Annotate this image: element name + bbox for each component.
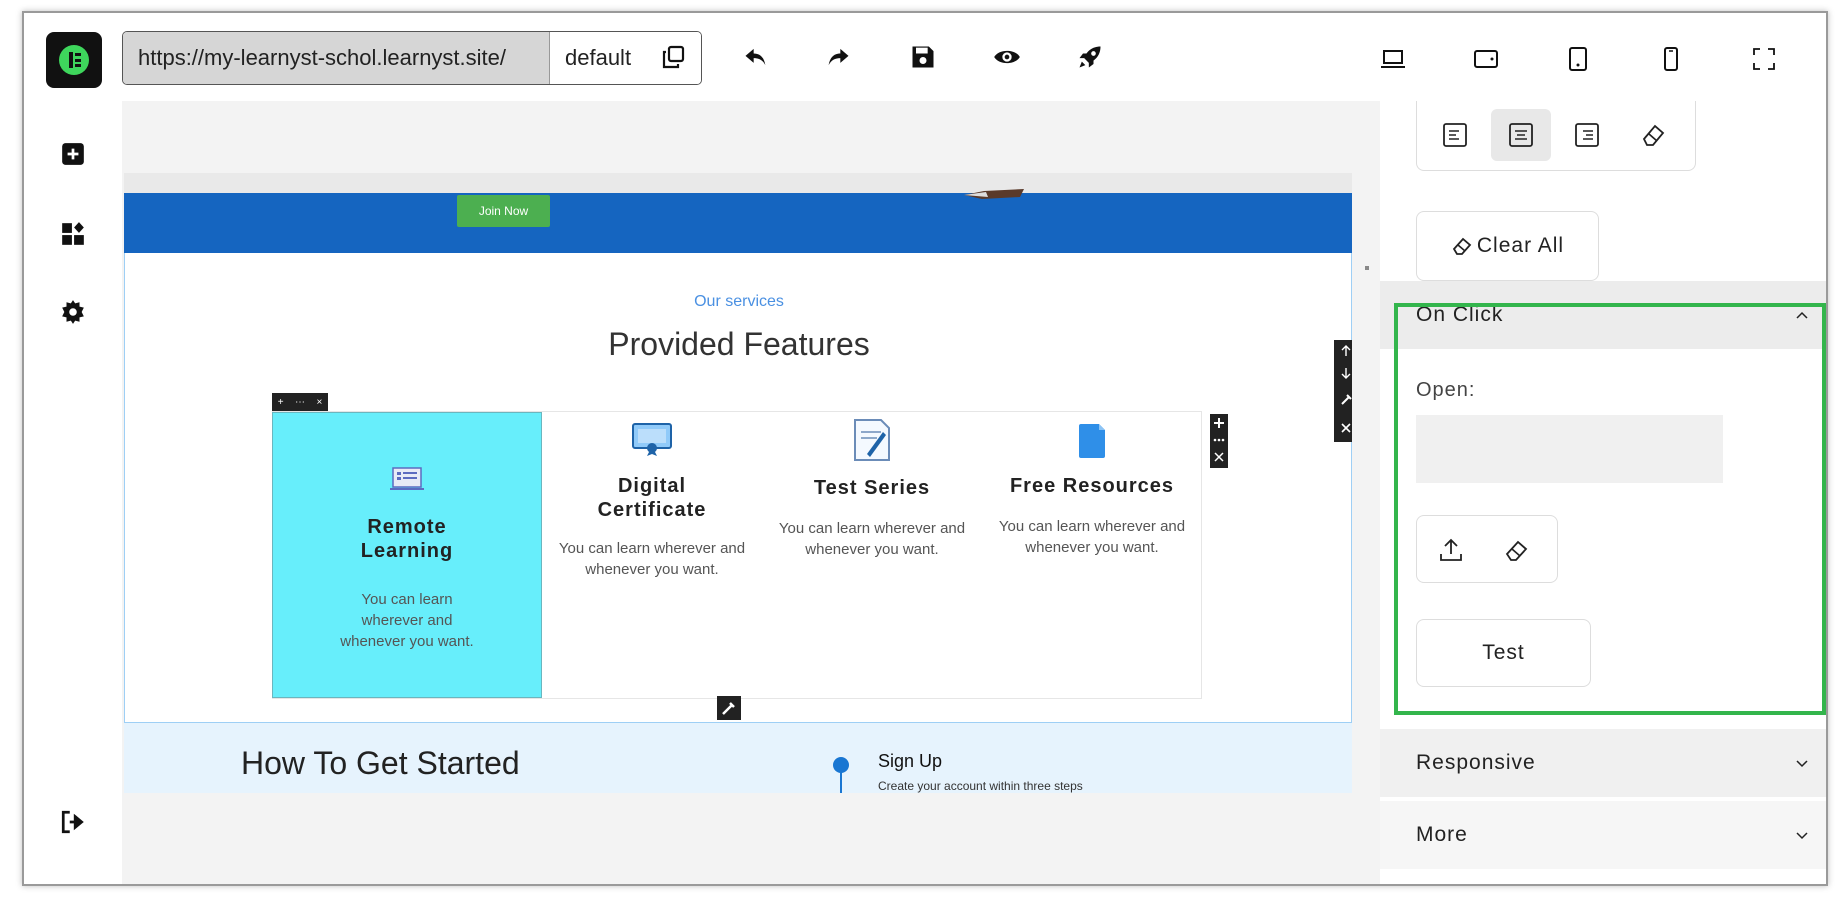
- wrench-icon[interactable]: [717, 696, 741, 720]
- page-variant-select[interactable]: default: [550, 32, 701, 84]
- fullscreen-icon[interactable]: [1750, 45, 1778, 73]
- responsive-accordion-header[interactable]: Responsive: [1380, 729, 1826, 797]
- copy-icon[interactable]: [661, 45, 685, 69]
- align-left-icon[interactable]: [1425, 109, 1485, 161]
- how-to-start-section[interactable]: How To Get Started Sign Up Create your a…: [124, 723, 1352, 793]
- more-title: More: [1416, 823, 1468, 846]
- add-block-icon[interactable]: [60, 141, 86, 167]
- more-icon[interactable]: ⋯: [295, 397, 305, 408]
- logout-icon[interactable]: [60, 809, 86, 835]
- remote-learning-icon: [390, 467, 424, 490]
- eraser-icon[interactable]: [1623, 109, 1683, 161]
- layers-icon[interactable]: [60, 221, 86, 247]
- scroll-marker: [1365, 266, 1369, 270]
- features-row: Remote Learning You can learn wherever a…: [272, 411, 1202, 699]
- services-eyebrow: Our services: [694, 293, 784, 310]
- test-button[interactable]: Test: [1416, 619, 1591, 687]
- responsive-title: Responsive: [1416, 751, 1536, 774]
- open-label: Open:: [1416, 379, 1476, 401]
- feature-card-test-series[interactable]: Test Series You can learn wherever and w…: [762, 412, 982, 698]
- app-logo[interactable]: [46, 32, 102, 88]
- feature-title: Remote Learning: [360, 516, 454, 562]
- mobile-icon[interactable]: [1657, 45, 1685, 73]
- feature-card-digital-certificate[interactable]: Digital Certificate You can learn wherev…: [542, 412, 762, 698]
- site-url: https://my-learnyst-schol.learnyst.site/: [123, 32, 550, 84]
- feature-card-free-resources[interactable]: Free Resources You can learn wherever an…: [982, 412, 1202, 698]
- app-window: https://my-learnyst-schol.learnyst.site/…: [22, 11, 1828, 886]
- url-selector[interactable]: https://my-learnyst-schol.learnyst.site/…: [122, 31, 702, 85]
- feature-title: Free Resources: [1009, 475, 1175, 497]
- feature-desc: You can learn wherever and whenever you …: [558, 540, 746, 578]
- settings-icon[interactable]: [60, 299, 86, 325]
- eraser-icon[interactable]: [1503, 536, 1531, 564]
- chevron-down-icon: [1796, 832, 1808, 840]
- hero-image-fragment: [964, 189, 1024, 199]
- upload-icon[interactable]: [1437, 536, 1465, 564]
- free-resources-icon: [1079, 424, 1105, 458]
- onclick-title: On Click: [1416, 303, 1504, 326]
- row-toolbar[interactable]: [1210, 414, 1228, 468]
- open-url-field[interactable]: [1416, 415, 1723, 483]
- undo-icon[interactable]: [742, 43, 770, 71]
- step-desc: Create your account within three steps: [878, 779, 1083, 793]
- file-action-group: [1416, 515, 1558, 583]
- chevron-down-icon: [1796, 760, 1808, 768]
- chevron-up-icon: [1796, 311, 1808, 319]
- feature-desc: You can learn wherever and whenever you …: [778, 520, 966, 558]
- certificate-icon: [632, 423, 672, 456]
- text-align-group: [1416, 101, 1696, 171]
- more-accordion-header[interactable]: More: [1380, 801, 1826, 869]
- desktop-icon[interactable]: [1379, 45, 1407, 73]
- step-line: [840, 768, 842, 793]
- logo-mark-icon: [59, 45, 89, 75]
- feature-title: Digital Certificate: [597, 475, 707, 521]
- align-center-icon[interactable]: [1491, 109, 1551, 161]
- close-icon[interactable]: ×: [316, 397, 322, 408]
- left-sidebar: [24, 101, 122, 884]
- join-now-button[interactable]: Join Now: [457, 195, 550, 227]
- section-toolbar[interactable]: [1334, 340, 1352, 442]
- test-series-icon: [854, 419, 890, 461]
- publish-rocket-icon[interactable]: [1076, 43, 1104, 71]
- top-toolbar: https://my-learnyst-schol.learnyst.site/…: [24, 13, 1826, 101]
- step-title: Sign Up: [878, 751, 943, 771]
- feature-card-remote-learning[interactable]: Remote Learning You can learn wherever a…: [272, 412, 542, 698]
- align-right-icon[interactable]: [1557, 109, 1617, 161]
- how-title: How To Get Started: [241, 745, 520, 781]
- clear-all-button[interactable]: Clear All: [1416, 211, 1599, 281]
- redo-icon[interactable]: [824, 43, 852, 71]
- services-section[interactable]: Our services Provided Features + ⋯ × Rem…: [124, 253, 1352, 723]
- tablet-portrait-icon[interactable]: [1564, 45, 1592, 73]
- onclick-accordion-header[interactable]: On Click: [1380, 281, 1826, 349]
- feature-desc: You can learn wherever and whenever you …: [340, 591, 474, 650]
- add-icon[interactable]: +: [278, 397, 284, 408]
- clear-all-label: Clear All: [1476, 234, 1565, 257]
- eraser-icon: [1452, 237, 1472, 255]
- tablet-landscape-icon[interactable]: [1472, 45, 1500, 73]
- editor-canvas[interactable]: Join Now Our services Provided Features …: [122, 101, 1380, 884]
- page-variant-label: default: [565, 45, 632, 70]
- hero-section[interactable]: Join Now: [124, 189, 1352, 253]
- feature-title: Test Series: [813, 477, 931, 499]
- feature-desc: You can learn wherever and whenever you …: [998, 518, 1186, 556]
- preview-eye-icon[interactable]: [993, 43, 1021, 71]
- grid-toolbar[interactable]: + ⋯ ×: [272, 393, 328, 411]
- properties-panel: Clear All On Click Open: Test Responsive…: [1380, 101, 1826, 884]
- page-top-edge: [124, 173, 1352, 193]
- page-preview: Join Now Our services Provided Features …: [124, 173, 1352, 793]
- save-icon[interactable]: [909, 43, 937, 71]
- services-title: Provided Features: [608, 326, 870, 362]
